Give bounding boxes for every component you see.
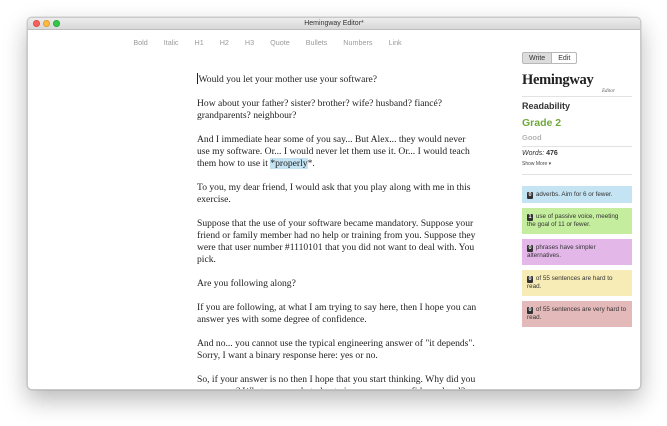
document-text[interactable]: Would you let your mother use your softw… <box>197 73 479 389</box>
paragraph[interactable]: To you, my dear friend, I would ask that… <box>197 182 479 206</box>
phrases-count: 0 <box>527 245 534 252</box>
paragraph[interactable]: If you are following, at what I am tryin… <box>197 302 479 326</box>
italic-button[interactable]: Italic <box>156 37 187 49</box>
paragraph[interactable]: Suppose that the use of your software be… <box>197 218 479 266</box>
h2-button[interactable]: H2 <box>212 37 237 49</box>
numbers-button[interactable]: Numbers <box>335 37 380 49</box>
hemingway-logo: Hemingway <box>522 72 594 88</box>
quote-button[interactable]: Quote <box>262 37 298 49</box>
very-hard-sentences-card: 0 of 55 sentences are very hard to read. <box>522 301 632 327</box>
mode-toggle: Write Edit <box>522 52 578 64</box>
hard-sentences-card: 0 of 55 sentences are hard to read. <box>522 270 632 296</box>
paragraph[interactable]: How about your father? sister? brother? … <box>197 98 479 122</box>
divider <box>522 96 632 97</box>
paragraph[interactable]: So, if your answer is no then I hope tha… <box>197 374 479 389</box>
h1-button[interactable]: H1 <box>187 37 212 49</box>
show-more-toggle[interactable]: Show More ▾ <box>522 161 551 167</box>
sidebar: Write Edit Hemingway Editor Readability … <box>507 30 640 389</box>
grade-rating: Good <box>522 133 542 142</box>
hard-count: 0 <box>527 276 534 283</box>
adverbs-card: 0 adverbs. Aim for 6 or fewer. <box>522 186 632 203</box>
paragraph[interactable]: And I immediate hear some of you say... … <box>197 134 479 170</box>
window-title: Hemingway Editor* <box>304 20 364 27</box>
link-button[interactable]: Link <box>380 37 409 49</box>
divider <box>522 174 632 175</box>
passive-voice-card: 1 use of passive voice, meeting the goal… <box>522 208 632 234</box>
edit-mode-button[interactable]: Edit <box>551 52 578 64</box>
phrases-card: 0 phrases have simpler alternatives. <box>522 239 632 265</box>
very-hard-count: 0 <box>527 307 534 314</box>
editor-pane[interactable]: Bold Italic H1 H2 H3 Quote Bullets Numbe… <box>28 30 507 389</box>
word-count: Words: 476 <box>522 150 558 157</box>
divider <box>522 146 632 147</box>
adverb-highlight: *properly <box>270 158 308 169</box>
paragraph[interactable]: Are you following along? <box>197 278 479 290</box>
logo-subtitle: Editor <box>602 89 615 94</box>
app-window: Hemingway Editor* Bold Italic H1 H2 H3 Q… <box>27 17 641 390</box>
h3-button[interactable]: H3 <box>237 37 262 49</box>
title-bar: Hemingway Editor* <box>28 18 640 30</box>
readability-heading: Readability <box>522 101 571 111</box>
bold-button[interactable]: Bold <box>125 37 155 49</box>
passive-count: 1 <box>527 214 534 221</box>
adverbs-count: 0 <box>527 192 534 199</box>
formatting-toolbar: Bold Italic H1 H2 H3 Quote Bullets Numbe… <box>28 37 507 49</box>
bullets-button[interactable]: Bullets <box>298 37 336 49</box>
write-mode-button[interactable]: Write <box>522 52 552 64</box>
paragraph[interactable]: Would you let your mother use your softw… <box>197 73 479 86</box>
paragraph[interactable]: And no... you cannot use the typical eng… <box>197 338 479 362</box>
grade-level: Grade 2 <box>522 117 562 129</box>
